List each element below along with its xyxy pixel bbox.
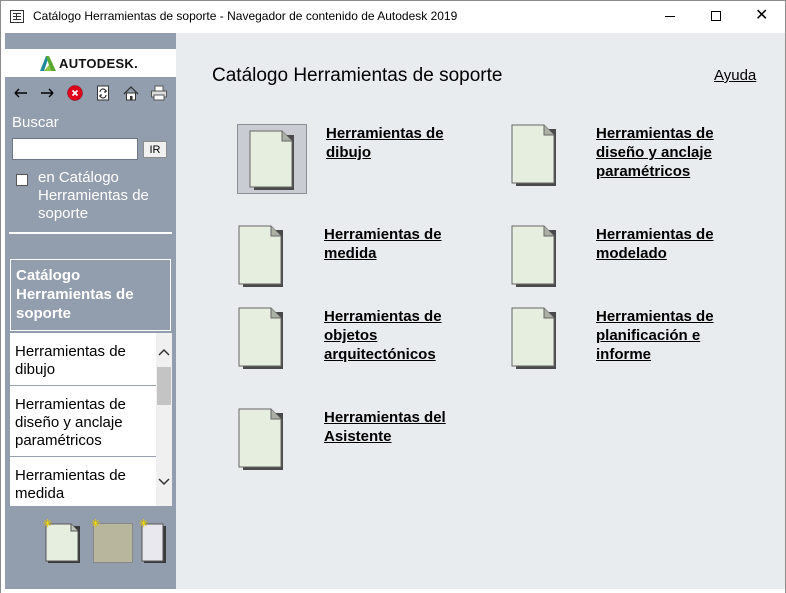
list-item[interactable]: Herramientas de diseño y anclaje paramét…: [10, 386, 156, 457]
scroll-thumb[interactable]: [157, 367, 171, 405]
category-link[interactable]: Herramientas de diseño y anclaje paramét…: [596, 124, 746, 181]
document-icon: [511, 225, 556, 287]
slim-view-button[interactable]: ✳: [139, 519, 167, 563]
document-icon: [238, 307, 283, 369]
help-link[interactable]: Ayuda: [714, 67, 756, 84]
document-icon: [238, 225, 283, 287]
brand-name: AUTODESK.: [59, 56, 139, 71]
category-list-scrollbar[interactable]: [156, 333, 172, 506]
category-link[interactable]: Herramientas de objetos arquitectónicos: [324, 307, 474, 364]
document-icon[interactable]: [237, 307, 289, 371]
close-button[interactable]: ✕: [739, 1, 785, 32]
forward-button[interactable]: [37, 83, 57, 103]
search-label: Buscar: [12, 114, 59, 131]
list-item[interactable]: Herramientas de medida: [10, 457, 156, 506]
content-browser-window: Catálogo Herramientas de soporte - Naveg…: [0, 0, 786, 593]
category-link[interactable]: Herramientas del Asistente: [324, 408, 474, 446]
chevron-down-icon: [158, 478, 170, 486]
maximize-button[interactable]: [693, 1, 739, 32]
document-icon[interactable]: [510, 124, 562, 188]
document-icon: [511, 124, 556, 186]
page-view-button[interactable]: ✳: [43, 519, 81, 563]
scroll-down-button[interactable]: [156, 474, 172, 490]
category-list: Herramientas de dibujo Herramientas de d…: [10, 333, 156, 506]
document-icon: [511, 307, 556, 369]
category-link[interactable]: Herramientas de planificación e informe: [596, 307, 746, 364]
document-icon[interactable]: [237, 225, 289, 289]
refresh-icon: [97, 85, 109, 101]
document-icon[interactable]: [510, 307, 562, 371]
category-link[interactable]: Herramientas de medida: [324, 225, 474, 263]
nav-toolbar: [5, 83, 176, 105]
document-icon[interactable]: [510, 225, 562, 289]
stop-icon: [67, 85, 83, 101]
maximize-icon: [711, 11, 721, 21]
print-icon: [151, 85, 167, 101]
document-icon[interactable]: [237, 408, 289, 472]
document-icon: [238, 408, 283, 470]
minimize-icon: [665, 16, 675, 17]
back-arrow-icon: [14, 88, 27, 98]
window-title: Catálogo Herramientas de soporte - Naveg…: [33, 9, 458, 23]
search-go-button[interactable]: IR: [143, 141, 167, 158]
main-content: Catálogo Herramientas de soporte Ayuda H…: [176, 33, 785, 589]
title-bar[interactable]: Catálogo Herramientas de soporte - Naveg…: [1, 1, 785, 32]
window-bottom-edge: [1, 589, 785, 593]
search-input[interactable]: [12, 138, 138, 160]
autodesk-brand: AUTODESK.: [5, 49, 176, 77]
search-scope-checkbox[interactable]: [16, 174, 28, 186]
page-title: Catálogo Herramientas de soporte: [212, 65, 503, 86]
app-icon: [10, 10, 24, 23]
category-link[interactable]: Herramientas de modelado: [596, 225, 746, 263]
document-icon: [249, 130, 294, 190]
home-icon: [123, 85, 139, 100]
document-icon[interactable]: [237, 124, 307, 194]
sparkle-icon: ✳: [91, 518, 101, 530]
close-icon: ✕: [755, 7, 769, 24]
sparkle-icon: ✳: [139, 518, 149, 530]
print-button[interactable]: [149, 83, 169, 103]
sparkle-icon: ✳: [43, 518, 53, 530]
tile-view-button[interactable]: ✳: [91, 519, 133, 563]
forward-arrow-icon: [41, 88, 54, 98]
chevron-up-icon: [158, 348, 170, 356]
autodesk-logo-icon: [40, 56, 56, 71]
back-button[interactable]: [11, 83, 31, 103]
minimize-button[interactable]: [647, 1, 693, 32]
home-button[interactable]: [121, 83, 141, 103]
scroll-up-button[interactable]: [156, 344, 172, 360]
category-link[interactable]: Herramientas de dibujo: [326, 124, 476, 162]
refresh-button[interactable]: [93, 83, 113, 103]
catalog-title[interactable]: Catálogo Herramientas de soporte: [10, 259, 171, 331]
sidebar: AUTODESK. Buscar IR en Catálogo Herramie…: [5, 33, 176, 589]
list-item[interactable]: Herramientas de dibujo: [10, 333, 156, 386]
sidebar-divider: [9, 232, 172, 234]
stop-button[interactable]: [65, 83, 85, 103]
search-scope-label: en Catálogo Herramientas de soporte: [38, 169, 149, 222]
